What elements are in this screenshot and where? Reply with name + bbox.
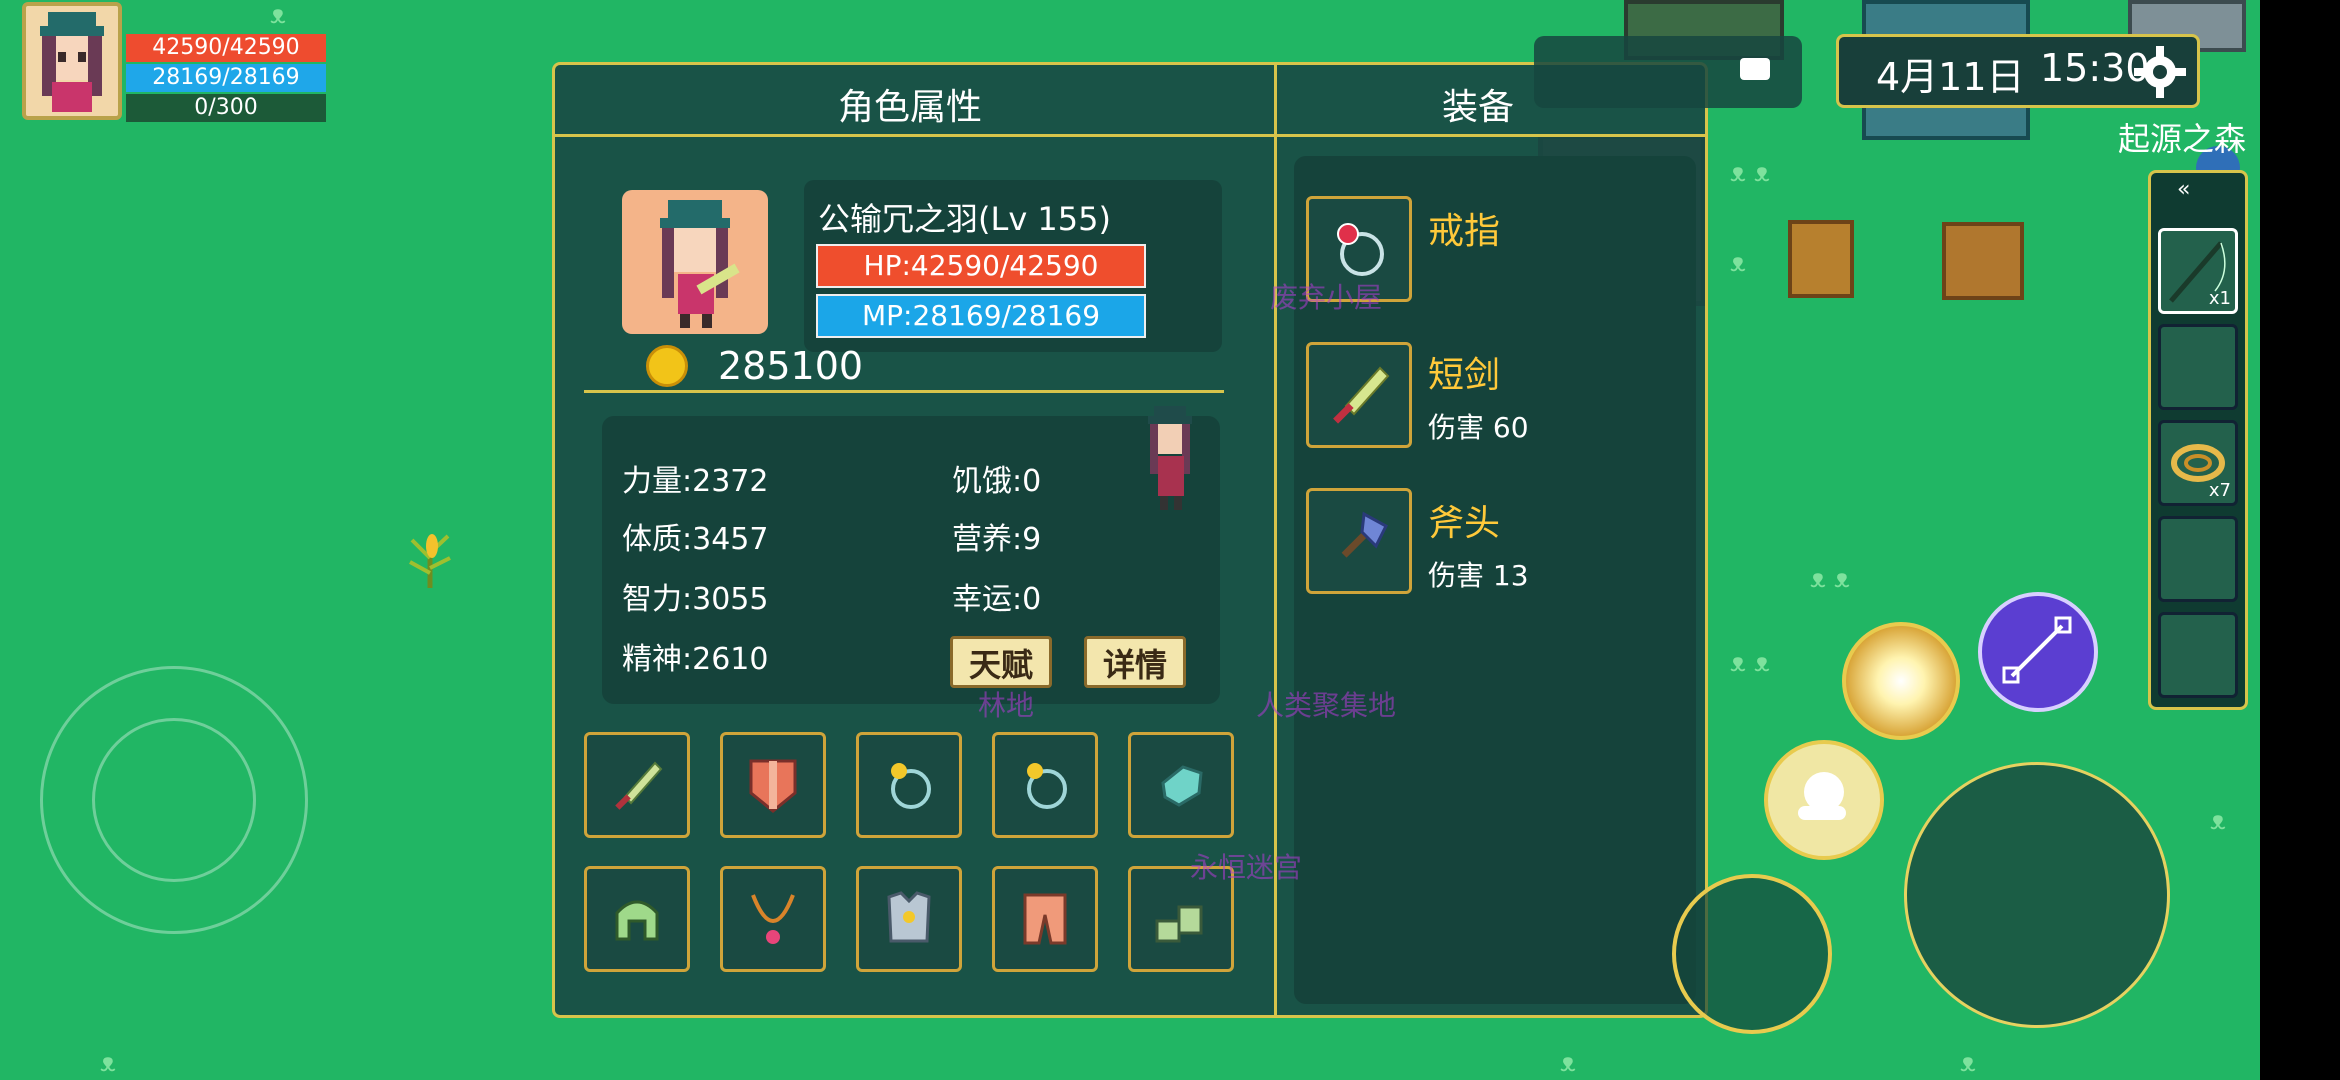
stat-spirit: 精神:2610: [622, 642, 769, 677]
grass-tuft: ᴥ: [1560, 1048, 1576, 1078]
area-name: 起源之森: [2118, 120, 2247, 158]
stat-luck: 幸运:0: [952, 582, 1042, 617]
quick-slot-3-count: x7: [2208, 480, 2231, 501]
equip-item-dagger[interactable]: [1306, 342, 1412, 448]
stat-constitution: 体质:3457: [622, 522, 769, 557]
grass-tuft: ᴥ ᴥ: [1810, 564, 1850, 594]
slot-shield[interactable]: [720, 732, 826, 838]
stat-strength: 力量:2372: [622, 464, 769, 499]
player-avatar-icon: [40, 12, 104, 112]
slot-armor[interactable]: [856, 866, 962, 972]
talent-button[interactable]: 天赋: [950, 636, 1052, 688]
quick-slot-1[interactable]: x1: [2158, 228, 2238, 314]
equip-ring-name: 戒指: [1428, 211, 1501, 252]
screen-edge: [2260, 0, 2340, 1080]
attributes-title: 角色属性: [838, 87, 983, 128]
equip-dagger-name: 短剑: [1428, 355, 1501, 396]
grass-tuft: ᴥ: [1960, 1048, 1976, 1078]
gold-amount: 285100: [718, 344, 864, 388]
character-name: 公输冗之羽(Lv 155): [818, 200, 1111, 238]
slot-helmet[interactable]: [584, 866, 690, 972]
chat-icon[interactable]: [1740, 58, 1770, 80]
shield-icon: [749, 759, 797, 813]
ring-icon: [1027, 763, 1067, 809]
hud-hp-bar: 42590/42590: [126, 34, 326, 62]
crate-object[interactable]: [1942, 222, 2024, 300]
equip-axe-damage: 伤害 13: [1428, 559, 1529, 592]
chat-bar[interactable]: [1534, 36, 1802, 108]
pants-icon: [1023, 893, 1067, 945]
equip-item-axe[interactable]: [1306, 488, 1412, 594]
map-label-human-settlement: 人类聚集地: [1256, 689, 1397, 722]
slot-ring-1[interactable]: [856, 732, 962, 838]
map-label-eternal-maze: 永恒迷宫: [1190, 851, 1303, 884]
quick-slot-4[interactable]: [2158, 516, 2238, 602]
grass-tuft: ᴥ ᴥ: [1730, 158, 1770, 188]
helmet-icon: [615, 900, 659, 941]
pickup-button[interactable]: [1764, 740, 1884, 860]
stat-nutrition: 营养:9: [952, 522, 1042, 557]
quick-slot-1-count: x1: [2208, 288, 2231, 309]
glove-icon: [1161, 765, 1203, 807]
stat-intelligence: 智力:3055: [622, 582, 769, 617]
character-mp-bar: MP:28169/28169: [816, 294, 1146, 338]
corn-plant-icon[interactable]: [402, 518, 458, 588]
dagger-icon: [1333, 366, 1390, 424]
grass-tuft: ᴥ: [100, 1048, 116, 1078]
slot-ring-2[interactable]: [992, 732, 1098, 838]
armor-icon: [887, 891, 931, 943]
secondary-action-button[interactable]: [1672, 874, 1832, 1034]
grass-tuft: ᴥ: [1730, 248, 1746, 278]
ring-icon: [891, 763, 931, 809]
slot-necklace[interactable]: [720, 866, 826, 972]
hand-icon: [1798, 772, 1846, 820]
panel-header-divider: [555, 134, 1705, 137]
slot-pants[interactable]: [992, 866, 1098, 972]
character-portrait: [622, 190, 768, 334]
character-sprite: [1140, 406, 1200, 516]
axe-icon: [1341, 511, 1388, 558]
joystick-knob[interactable]: [92, 718, 256, 882]
slot-gloves[interactable]: [1128, 732, 1234, 838]
collapse-chevron-icon[interactable]: «: [2177, 177, 2190, 202]
slot-weapon[interactable]: [584, 732, 690, 838]
equipment-title: 装备: [1442, 87, 1515, 128]
player-portrait-small[interactable]: [22, 2, 122, 120]
details-button[interactable]: 详情: [1084, 636, 1186, 688]
game-date: 4月11日: [1876, 55, 2025, 99]
grass-tuft: ᴥ: [2210, 806, 2226, 836]
gold-divider: [584, 390, 1224, 393]
settings-gear-icon[interactable]: [2128, 40, 2192, 104]
quick-slot-5[interactable]: [2158, 612, 2238, 698]
quick-slot-3[interactable]: x7: [2158, 420, 2238, 506]
grass-tuft: ᴥ: [270, 0, 286, 30]
quick-slot-2[interactable]: [2158, 324, 2238, 410]
stat-hunger: 饥饿:0: [952, 464, 1042, 499]
map-label-woodland: 林地: [978, 689, 1035, 722]
skill-warp-button[interactable]: [1978, 592, 2098, 712]
gold-coin-icon: [646, 345, 688, 387]
sword-icon: [615, 761, 663, 810]
equip-dagger-damage: 伤害 60: [1428, 411, 1529, 444]
skill-light-button[interactable]: [1842, 622, 1960, 740]
map-label-abandoned-hut: 废弃小屋: [1270, 281, 1383, 314]
chair-object[interactable]: [1788, 220, 1854, 298]
necklace-icon: [751, 894, 795, 944]
ruby-ring-icon: [1337, 223, 1384, 276]
hud-xp-bar: 0/300: [126, 94, 326, 122]
equip-axe-name: 斧头: [1428, 503, 1501, 544]
grass-tuft: ᴥ ᴥ: [1730, 648, 1770, 678]
hud-mp-bar: 28169/28169: [126, 64, 326, 92]
attack-button[interactable]: [1904, 762, 2170, 1028]
character-hp-bar: HP:42590/42590: [816, 244, 1146, 288]
teleport-icon: [2002, 616, 2072, 684]
boots-icon: [1155, 905, 1203, 943]
character-avatar-icon: [660, 200, 740, 328]
